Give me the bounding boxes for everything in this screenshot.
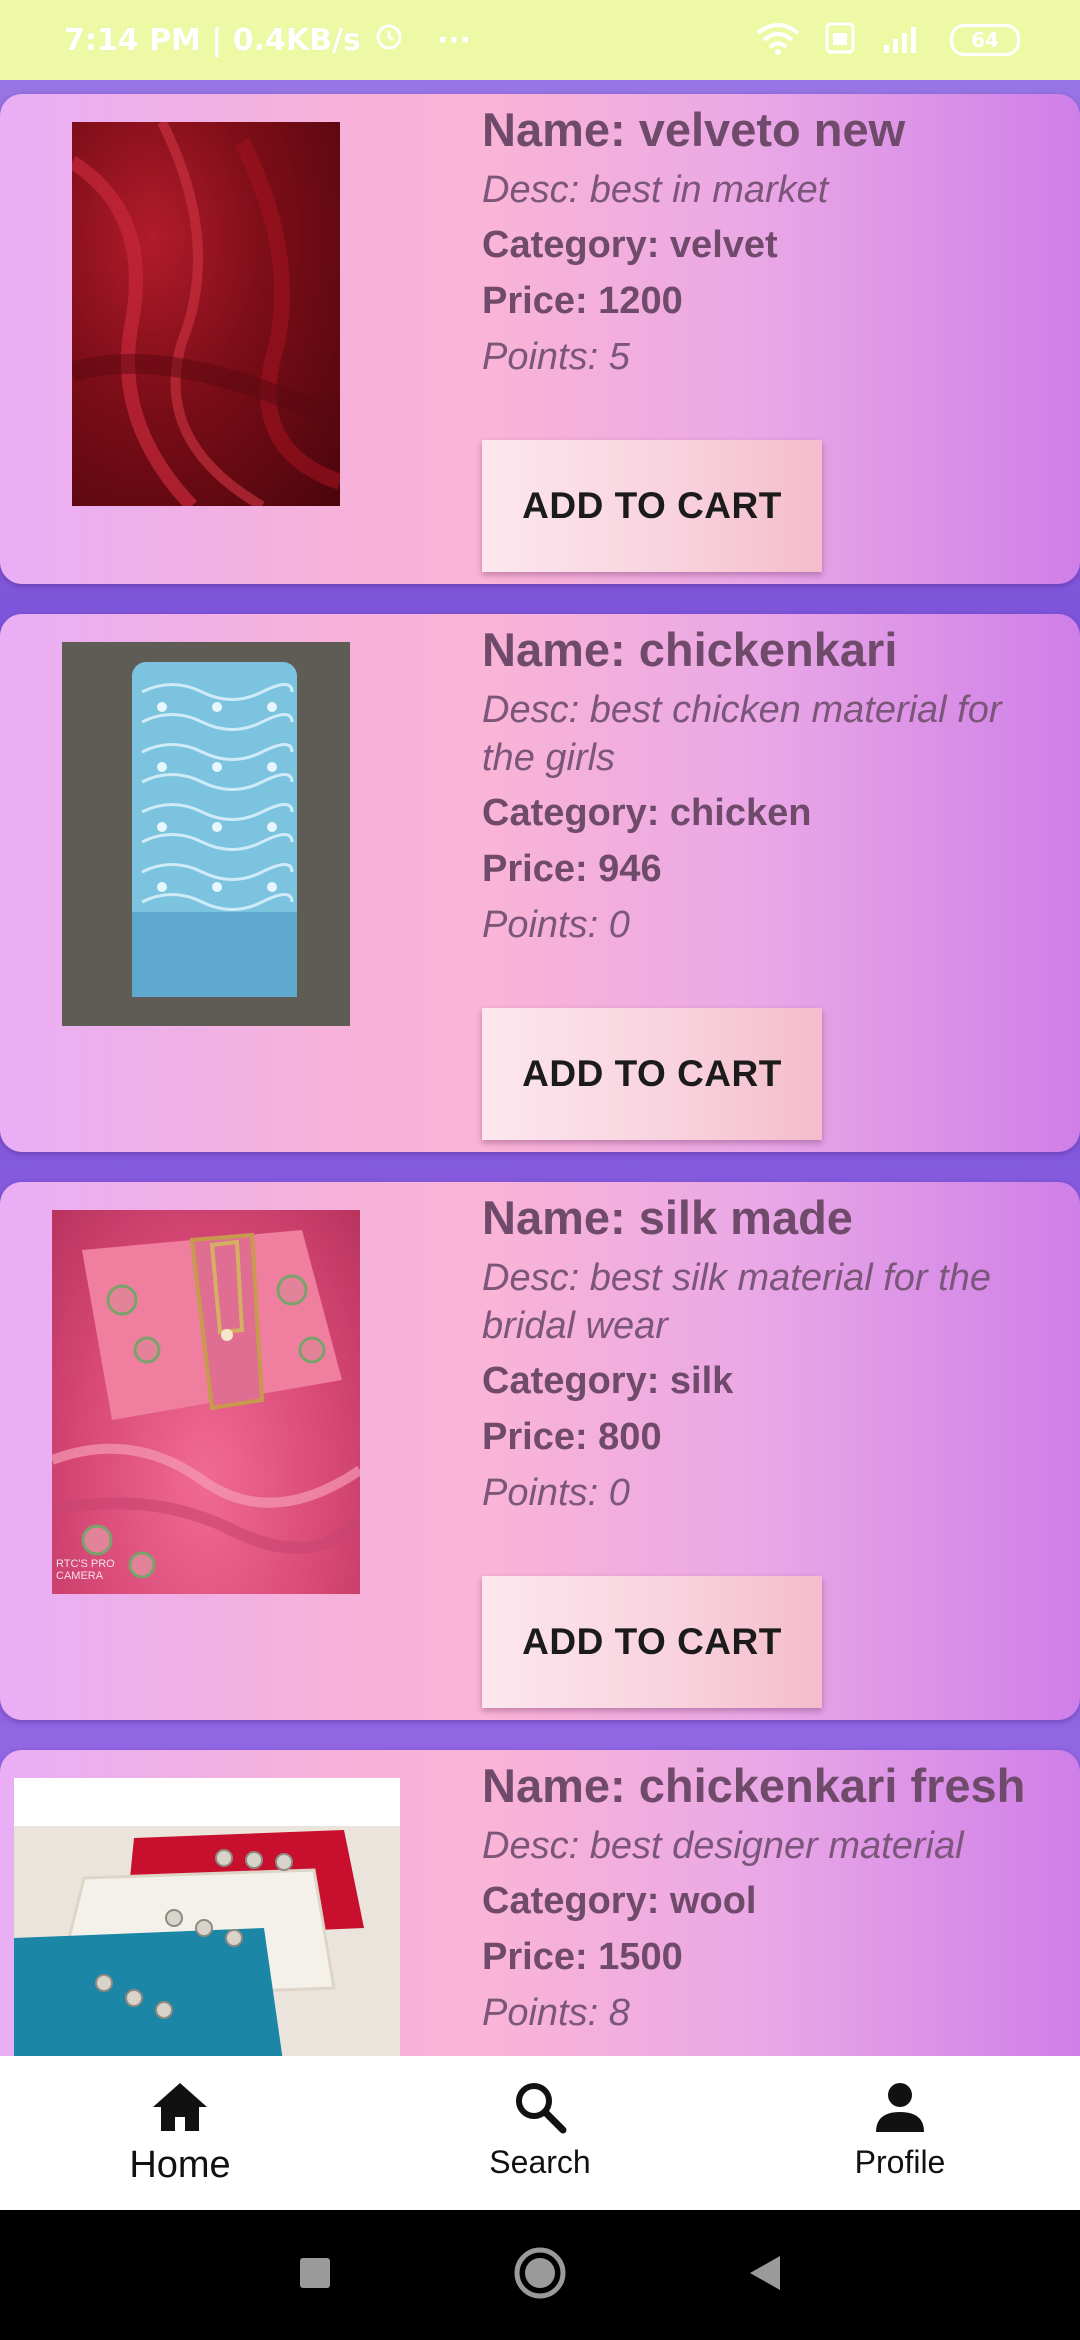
home-icon — [151, 2076, 209, 2138]
status-bar: 7:14 PM | 0.4KB/s ··· 64 — [0, 0, 1080, 80]
status-time: 7:14 PM | 0.4KB/s — [64, 22, 361, 58]
product-desc: Desc: best designer material — [482, 1825, 964, 1867]
nav-label: Profile — [854, 2144, 946, 2180]
product-desc: Desc: best silk material for the bridal … — [482, 1257, 991, 1347]
fabrics-drawing — [14, 1826, 400, 2056]
add-to-cart-button[interactable]: ADD TO CART — [482, 440, 822, 572]
alarm-icon — [373, 20, 405, 60]
velvet-folds — [72, 122, 340, 506]
fabric-drawing — [132, 662, 297, 997]
image-watermark: RTC'S PRO CAMERA — [56, 1558, 115, 1582]
product-price: Price: 1500 — [482, 1936, 683, 1978]
red-velvet-fabric-image — [72, 122, 340, 506]
square-icon — [298, 2256, 332, 2295]
circle-icon — [513, 2246, 567, 2305]
product-name: Name: silk made — [482, 1191, 853, 1244]
battery-indicator: 64 — [950, 24, 1020, 56]
nav-label: Search — [489, 2144, 591, 2180]
product-category: Category: wool — [482, 1880, 757, 1922]
product-price: Price: 800 — [482, 1416, 662, 1458]
product-list[interactable]: Name: velveto new Desc: best in market C… — [0, 80, 1080, 2056]
back-triangle-icon — [746, 2253, 784, 2298]
add-to-cart-button[interactable]: ADD TO CART — [482, 1576, 822, 1708]
product-name: Name: velveto new — [482, 103, 906, 156]
silk-drawing — [52, 1230, 360, 1579]
home-system-button[interactable] — [500, 2210, 580, 2340]
product-points: Points: 5 — [482, 336, 630, 378]
nav-item-home[interactable]: Home — [0, 2056, 360, 2210]
sim-icon — [824, 21, 856, 59]
more-indicator: ··· — [436, 22, 472, 58]
nav-item-profile[interactable]: Profile — [720, 2056, 1080, 2210]
product-card: Name: chickenkari fresh Desc: best desig… — [0, 1750, 1080, 2056]
product-category: Category: silk — [482, 1360, 734, 1402]
status-right: 64 — [754, 0, 1020, 80]
folded-fabrics-image — [14, 1778, 400, 2056]
nav-item-search[interactable]: Search — [360, 2056, 720, 2210]
search-icon — [513, 2076, 567, 2138]
back-button[interactable] — [730, 2210, 800, 2340]
product-price: Price: 946 — [482, 848, 662, 890]
product-card: RTC'S PRO CAMERA Name: silk made Desc: b… — [0, 1182, 1080, 1720]
product-price: Price: 1200 — [482, 280, 683, 322]
product-points: Points: 0 — [482, 904, 630, 946]
product-category: Category: chicken — [482, 792, 812, 834]
product-points: Points: 8 — [482, 1992, 630, 2034]
product-category: Category: velvet — [482, 224, 778, 266]
pink-silk-suit-image: RTC'S PRO CAMERA — [52, 1210, 360, 1594]
recents-button[interactable] — [280, 2210, 350, 2340]
product-points: Points: 0 — [482, 1472, 630, 1514]
bottom-navigation: Home Search Profile — [0, 2056, 1080, 2210]
product-desc: Desc: best in market — [482, 169, 829, 211]
product-name: Name: chickenkari fresh — [482, 1759, 1026, 1812]
product-desc: Desc: best chicken material for the girl… — [482, 689, 1002, 779]
add-to-cart-button[interactable]: ADD TO CART — [482, 1008, 822, 1140]
product-card: Name: chickenkari Desc: best chicken mat… — [0, 614, 1080, 1152]
status-left: 7:14 PM | 0.4KB/s ··· — [64, 0, 471, 80]
system-navigation-bar — [0, 2210, 1080, 2340]
person-icon — [873, 2076, 927, 2138]
signal-icon — [878, 21, 928, 59]
blue-chikankari-fabric-image — [62, 642, 350, 1026]
product-name: Name: chickenkari — [482, 623, 898, 676]
wifi-icon — [754, 21, 802, 59]
product-card: Name: velveto new Desc: best in market C… — [0, 94, 1080, 584]
nav-label: Home — [129, 2144, 231, 2186]
